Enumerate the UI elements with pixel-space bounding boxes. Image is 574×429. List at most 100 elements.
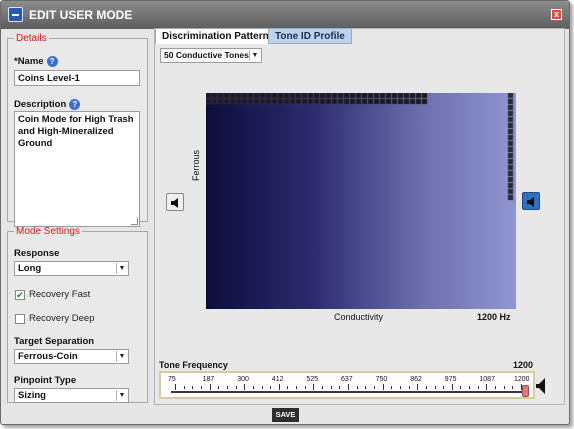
grid-cell[interactable] [206, 98, 212, 105]
chevron-down-icon[interactable]: ▼ [116, 263, 127, 274]
grid-cell[interactable] [325, 98, 332, 105]
grid-cell[interactable] [361, 93, 368, 99]
tab-discrimination-pattern[interactable]: Discrimination Pattern [155, 28, 276, 44]
grid-cell[interactable] [391, 98, 398, 105]
grid-cell[interactable] [355, 98, 362, 105]
grid-cell[interactable] [211, 93, 218, 99]
help-icon[interactable]: ? [69, 99, 81, 110]
grid-cell[interactable] [331, 93, 338, 99]
grid-cell[interactable] [265, 93, 272, 99]
grid-cell[interactable] [241, 93, 248, 99]
chevron-down-icon[interactable]: ▼ [249, 50, 260, 61]
grid-cell[interactable] [217, 98, 224, 105]
grid-cell[interactable] [507, 152, 514, 159]
name-input[interactable]: Coins Level-1 [14, 70, 140, 86]
grid-cell[interactable] [385, 93, 392, 99]
grid-cell[interactable] [229, 93, 236, 99]
slider-thumb[interactable] [522, 385, 529, 397]
help-icon[interactable]: ? [46, 56, 58, 67]
save-button[interactable]: SAVE [272, 408, 299, 422]
grid-cell[interactable] [343, 98, 350, 105]
grid-cell[interactable] [507, 104, 514, 111]
tab-tone-id-profile[interactable]: Tone ID Profile [268, 28, 352, 44]
grid-cell[interactable] [247, 98, 254, 105]
grid-cell[interactable] [403, 98, 410, 105]
grid-cell[interactable] [271, 98, 278, 105]
grid-cell[interactable] [247, 93, 254, 99]
grid-cell[interactable] [331, 98, 338, 105]
grid-cell[interactable] [337, 98, 344, 105]
grid-cell[interactable] [421, 93, 428, 99]
grid-cell[interactable] [289, 98, 296, 105]
target-separation-select[interactable]: Ferrous-Coin ▼ [14, 349, 129, 364]
response-select[interactable]: Long ▼ [14, 261, 129, 276]
grid-cell[interactable] [507, 93, 514, 99]
grid-cell[interactable] [355, 93, 362, 99]
grid-cell[interactable] [349, 98, 356, 105]
grid-cell[interactable] [373, 98, 380, 105]
grid-cell[interactable] [301, 93, 308, 99]
grid-cell[interactable] [289, 93, 296, 99]
grid-cell[interactable] [337, 93, 344, 99]
grid-cell[interactable] [507, 158, 514, 165]
grid-cell[interactable] [391, 93, 398, 99]
grid-cell[interactable] [361, 98, 368, 105]
grid-cell[interactable] [507, 194, 514, 201]
grid-cell[interactable] [403, 93, 410, 99]
grid-cell[interactable] [277, 98, 284, 105]
grid-cell[interactable] [349, 93, 356, 99]
grid-cell[interactable] [223, 98, 230, 105]
description-textarea[interactable]: Coin Mode for High Trash and High-Minera… [14, 111, 140, 227]
grid-cell[interactable] [421, 98, 428, 105]
tones-select[interactable]: 50 Conductive Tones ▼ [160, 48, 262, 63]
grid-cell[interactable] [313, 98, 320, 105]
grid-cell[interactable] [319, 93, 326, 99]
grid-cell[interactable] [379, 93, 386, 99]
grid-cell[interactable] [307, 98, 314, 105]
grid-cell[interactable] [295, 98, 302, 105]
grid-cell[interactable] [319, 98, 326, 105]
resize-handle-icon[interactable] [131, 218, 138, 225]
grid-cell[interactable] [229, 98, 236, 105]
grid-cell[interactable] [397, 93, 404, 99]
grid-cell[interactable] [271, 93, 278, 99]
grid-cell[interactable] [259, 93, 266, 99]
grid-cell[interactable] [283, 98, 290, 105]
grid-cell[interactable] [253, 93, 260, 99]
grid-cell[interactable] [265, 98, 272, 105]
grid-cell[interactable] [301, 98, 308, 105]
grid-cell[interactable] [507, 134, 514, 141]
tone-frequency-slider[interactable]: 75 187 300 412 525 637 750 862 975 1087 1200 [159, 371, 535, 399]
recovery-fast-checkbox[interactable]: ✔ [15, 290, 25, 300]
grid-cell[interactable] [507, 146, 514, 153]
pinpoint-type-select[interactable]: Sizing ▼ [14, 388, 129, 403]
grid-cell[interactable] [206, 93, 212, 99]
grid-cell[interactable] [235, 93, 242, 99]
grid-cell[interactable] [253, 98, 260, 105]
grid-cell[interactable] [367, 93, 374, 99]
grid-cell[interactable] [283, 93, 290, 99]
grid-cell[interactable] [259, 98, 266, 105]
grid-cell[interactable] [507, 164, 514, 171]
grid-cell[interactable] [507, 188, 514, 195]
speaker-right-button[interactable] [522, 192, 540, 210]
grid-cell[interactable] [397, 98, 404, 105]
grid-cell[interactable] [507, 170, 514, 177]
grid-cell[interactable] [415, 98, 422, 105]
grid-cell[interactable] [385, 98, 392, 105]
grid-cell[interactable] [507, 116, 514, 123]
grid-cell[interactable] [507, 176, 514, 183]
grid-cell[interactable] [507, 182, 514, 189]
grid-cell[interactable] [507, 98, 514, 105]
grid-cell[interactable] [313, 93, 320, 99]
grid-cell[interactable] [343, 93, 350, 99]
grid-cell[interactable] [409, 93, 416, 99]
speaker-left-button[interactable] [166, 193, 184, 211]
recovery-deep-checkbox[interactable] [15, 314, 25, 324]
grid-cell[interactable] [507, 140, 514, 147]
grid-cell[interactable] [307, 93, 314, 99]
slider-track[interactable] [171, 391, 527, 393]
grid-cell[interactable] [241, 98, 248, 105]
grid-cell[interactable] [409, 98, 416, 105]
grid-cell[interactable] [367, 98, 374, 105]
